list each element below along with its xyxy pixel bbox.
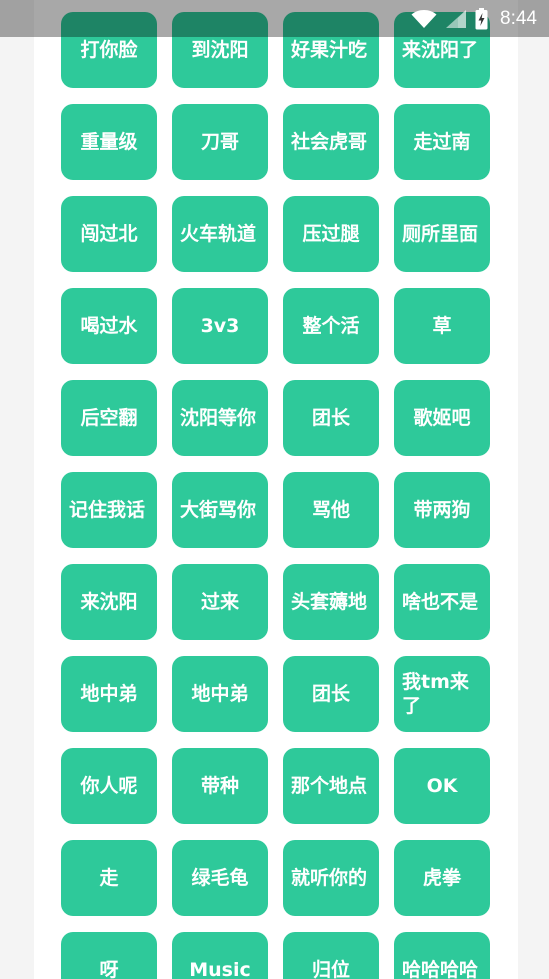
sound-button[interactable]: 厕所里面 [394, 196, 490, 272]
sound-button[interactable]: 草 [394, 288, 490, 364]
sound-button[interactable]: 喝过水 [61, 288, 157, 364]
sound-button-grid: 打你脸 到沈阳 好果汁吃 来沈阳了 重量级 刀哥 社会虎哥 走过南 闯过北 火车… [61, 12, 490, 979]
sound-button[interactable]: 团长 [283, 656, 379, 732]
sound-button[interactable]: 归位 [283, 932, 379, 979]
sound-button[interactable]: OK [394, 748, 490, 824]
sound-button[interactable]: 带两狗 [394, 472, 490, 548]
sound-button[interactable]: 绿毛龟 [172, 840, 268, 916]
sound-button[interactable]: 我tm来了 [394, 656, 490, 732]
sound-button[interactable]: 过来 [172, 564, 268, 640]
status-time: 8:44 [500, 7, 537, 29]
sound-button[interactable]: 地中弟 [172, 656, 268, 732]
sound-button[interactable]: 歌姬吧 [394, 380, 490, 456]
sound-button[interactable]: 来沈阳 [61, 564, 157, 640]
sound-button[interactable]: 虎拳 [394, 840, 490, 916]
sound-button[interactable]: 走 [61, 840, 157, 916]
sound-button[interactable]: 带种 [172, 748, 268, 824]
sound-button[interactable]: 头套薅地 [283, 564, 379, 640]
sound-button[interactable]: 社会虎哥 [283, 104, 379, 180]
sound-button[interactable]: 哈哈哈哈 [394, 932, 490, 979]
sound-button[interactable]: 刀哥 [172, 104, 268, 180]
status-icons: 8:44 [411, 0, 537, 37]
signal-icon [445, 9, 467, 29]
sound-button[interactable]: 后空翻 [61, 380, 157, 456]
sound-button[interactable]: 重量级 [61, 104, 157, 180]
sound-button[interactable]: 记住我话 [61, 472, 157, 548]
battery-charging-icon [475, 7, 488, 30]
status-bar: 8:44 [0, 0, 549, 37]
sound-button[interactable]: 那个地点 [283, 748, 379, 824]
app-screen: 打你脸 到沈阳 好果汁吃 来沈阳了 重量级 刀哥 社会虎哥 走过南 闯过北 火车… [0, 0, 549, 979]
sound-button[interactable]: 走过南 [394, 104, 490, 180]
sound-button[interactable]: 团长 [283, 380, 379, 456]
sound-button[interactable]: 压过腿 [283, 196, 379, 272]
sound-button[interactable]: 啥也不是 [394, 564, 490, 640]
sound-button[interactable]: Music [172, 932, 268, 979]
sound-button[interactable]: 沈阳等你 [172, 380, 268, 456]
sound-button[interactable]: 骂他 [283, 472, 379, 548]
sound-button[interactable]: 就听你的 [283, 840, 379, 916]
sound-button[interactable]: 闯过北 [61, 196, 157, 272]
wifi-icon [411, 9, 437, 29]
sound-button[interactable]: 大街骂你 [172, 472, 268, 548]
sound-button[interactable]: 你人呢 [61, 748, 157, 824]
sound-button[interactable]: 地中弟 [61, 656, 157, 732]
sound-button[interactable]: 呀 [61, 932, 157, 979]
sound-button[interactable]: 火车轨道 [172, 196, 268, 272]
sound-button[interactable]: 3v3 [172, 288, 268, 364]
sound-button[interactable]: 整个活 [283, 288, 379, 364]
